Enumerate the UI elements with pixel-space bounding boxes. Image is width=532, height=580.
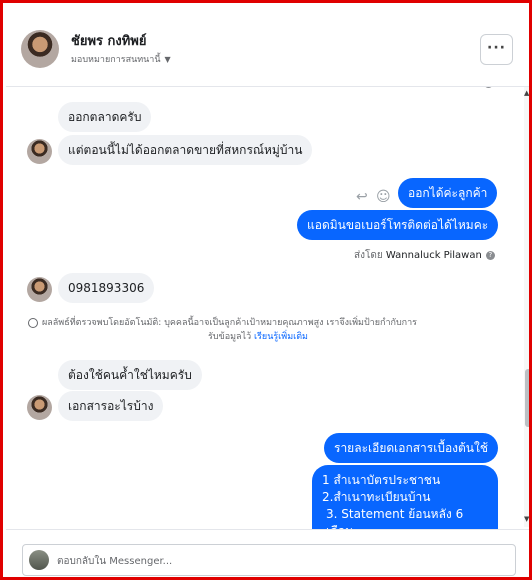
scroll-down-icon[interactable]: ▼ (524, 515, 529, 523)
message-bubble-outgoing-list[interactable]: 1 สำเนาบัตรประชาชน 2.สำเนาทะเบียนบ้าน 3.… (312, 465, 498, 529)
sender-name: Wannaluck Pilawan (384, 87, 480, 89)
caret-down-icon: ▼ (164, 55, 171, 64)
assign-conversation-label: มอบหมายการสนทนานี้ (71, 55, 161, 65)
page-avatar (29, 550, 49, 570)
contact-avatar-small (27, 395, 52, 420)
more-options-button[interactable]: ··· (480, 34, 513, 65)
message-bubble-outgoing[interactable]: ออกได้ค่ะลูกค้า (398, 178, 498, 208)
message-bubble-outgoing[interactable]: รายละเอียดเอกสารเบื้องต้นใช้ (324, 433, 499, 463)
chat-scrollbar[interactable]: ▲ ▼ (524, 87, 529, 527)
document-item: 2.สำเนาทะเบียนบ้าน (322, 490, 431, 504)
document-item: 1 สำเนาบัตรประชาชน (322, 473, 441, 487)
contact-name[interactable]: ชัยพร กงทิพย์ (71, 30, 147, 51)
learn-more-link[interactable]: เรียนรู้เพิ่มเติม (254, 332, 308, 342)
composer-box (22, 544, 516, 576)
contact-avatar[interactable] (21, 30, 59, 68)
sent-by-prefix: ส่งโดย (352, 87, 381, 89)
auto-detect-body: บุคคลนี้อาจเป็นลูกค้าเป้าหมายคุณภาพสูง เ… (164, 318, 418, 328)
reply-icon[interactable]: ↩ (356, 189, 368, 205)
message-bubble-incoming[interactable]: ต้องใช้คนค้ำใช่ไหมครับ (58, 360, 202, 390)
message-list: ส่งโดย Wannaluck Pilawan? ออกตลาดครับ แต… (6, 87, 521, 529)
assign-conversation-dropdown[interactable]: มอบหมายการสนทนานี้ ▼ (71, 52, 171, 66)
message-bubble-incoming[interactable]: ออกตลาดครับ (58, 102, 152, 132)
info-icon[interactable]: ? (483, 87, 493, 88)
reply-input[interactable] (55, 548, 499, 574)
auto-detect-icon (28, 317, 38, 328)
contact-avatar-small (27, 277, 52, 302)
auto-detect-body-line2: รับข้อมูลไว้ (208, 332, 252, 342)
message-bubble-incoming[interactable]: 0981893306 (58, 273, 155, 303)
sent-by-prefix: ส่งโดย (354, 250, 383, 261)
composer-bar (6, 529, 529, 577)
scrollbar-thumb[interactable] (525, 369, 529, 427)
messenger-conversation-panel: ชัยพร กงทิพย์ มอบหมายการสนทนานี้▼ ··· ส่… (0, 0, 532, 580)
message-bubble-outgoing[interactable]: แอดมินขอเบอร์โทรติดต่อได้ไหมคะ (297, 210, 499, 240)
info-icon[interactable]: ? (485, 250, 495, 260)
auto-detect-heading: ผลลัพธ์ที่ตรวจพบโดยอัตโนมัติ: (42, 318, 162, 328)
document-item: 3. Statement ย้อนหลัง 6 เดือน (326, 507, 464, 529)
auto-detected-result-note: ผลลัพธ์ที่ตรวจพบโดยอัตโนมัติ: บุคคลนี้อา… (28, 316, 508, 344)
sent-by-label: ส่งโดย Wannaluck Pilawan? (354, 248, 495, 263)
emoji-reaction-icon[interactable]: ☺ (376, 189, 391, 205)
message-bubble-incoming[interactable]: แต่ตอนนี้ไม่ได้ออกตลาดขายที่สหกรณ์หมู่บ้… (58, 135, 313, 165)
sender-name: Wannaluck Pilawan (385, 250, 482, 261)
conversation-header: ชัยพร กงทิพย์ มอบหมายการสนทนานี้ ▼ ··· (6, 6, 529, 87)
contact-avatar-small (27, 139, 52, 164)
message-bubble-incoming[interactable]: เอกสารอะไรบ้าง (58, 391, 164, 421)
sent-by-label: ส่งโดย Wannaluck Pilawan? (352, 87, 493, 91)
scroll-up-icon[interactable]: ▲ (524, 89, 529, 97)
